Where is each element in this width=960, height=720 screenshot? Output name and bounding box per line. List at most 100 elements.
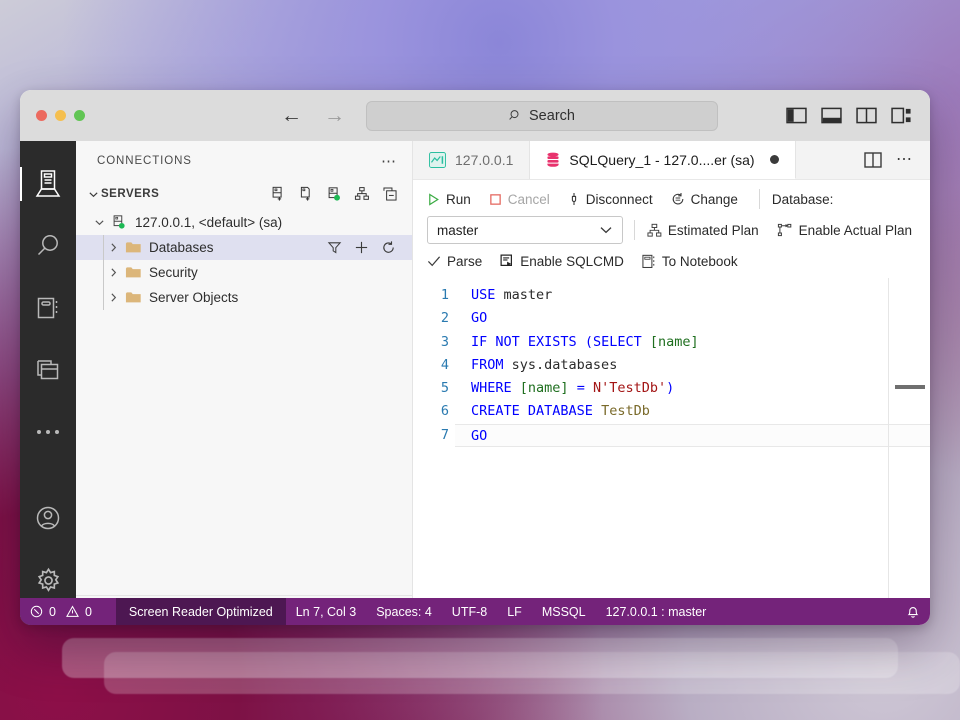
tree-item-server[interactable]: 127.0.0.1, <default> (sa)	[76, 210, 412, 235]
chevron-right-icon[interactable]	[104, 242, 122, 253]
ellipsis-icon[interactable]: ⋯	[896, 152, 914, 168]
customize-layout-icon[interactable]	[891, 107, 912, 124]
disconnect-button[interactable]: Disconnect	[568, 192, 662, 207]
code-editor[interactable]: 1 2 3 4 5 6 7 USE master GO IF NOT EXIST…	[413, 278, 930, 625]
parse-button[interactable]: Parse	[427, 254, 491, 269]
toolbar-row-1: Run Cancel Disconnect Change Database:	[427, 187, 930, 211]
tab-bar-actions[interactable]: ⋯	[848, 141, 930, 179]
tree-item-server-objects[interactable]: Server Objects	[76, 285, 412, 310]
arrow-right-icon[interactable]: →	[324, 105, 345, 126]
disconnect-icon	[571, 193, 576, 205]
line-number: 3	[440, 333, 449, 350]
indentation-status[interactable]: Spaces: 4	[366, 598, 442, 625]
activity-item-search[interactable]	[20, 215, 76, 277]
editor-minimap[interactable]	[888, 278, 930, 625]
code-line[interactable]: FROM sys.databases	[455, 354, 930, 377]
code-line-current[interactable]: GO	[455, 423, 930, 448]
chevron-right-icon[interactable]	[104, 292, 122, 303]
activity-bar-spacer	[20, 463, 76, 487]
tab-label: SQLQuery_1 - 127.0....er (sa)	[569, 151, 755, 168]
change-connection-button[interactable]: Change	[671, 192, 747, 207]
minimize-window-button[interactable]	[55, 110, 66, 121]
code-line[interactable]: WHERE [name] = N'TestDb')	[455, 377, 930, 400]
code-line[interactable]: IF NOT EXISTS (SELECT [name]	[455, 331, 930, 354]
code-line[interactable]: USE master	[455, 284, 930, 307]
query-toolbar: Run Cancel Disconnect Change Database: m…	[413, 180, 930, 278]
chevron-right-icon[interactable]	[104, 267, 122, 278]
navigation-arrows[interactable]: ← →	[281, 105, 345, 126]
add-connection-icon[interactable]	[270, 186, 286, 202]
server-connected-icon[interactable]	[326, 186, 342, 203]
databases-row-actions[interactable]	[327, 240, 412, 255]
language-mode-status[interactable]: MSSQL	[532, 598, 596, 625]
tree-item-databases[interactable]: Databases	[76, 235, 412, 260]
split-editor-icon[interactable]	[864, 152, 882, 168]
activity-item-notebooks[interactable]	[20, 277, 76, 339]
close-window-button[interactable]	[36, 110, 47, 121]
search-input[interactable]: Search	[366, 100, 718, 131]
to-notebook-button[interactable]: To Notebook	[642, 254, 747, 269]
hierarchy-icon[interactable]	[354, 186, 370, 202]
collapse-all-icon[interactable]	[382, 186, 398, 202]
servers-section-label: SERVERS	[101, 188, 160, 200]
add-group-icon[interactable]	[298, 186, 314, 202]
refresh-icon[interactable]	[381, 240, 396, 255]
enable-sqlcmd-button[interactable]: Enable SQLCMD	[500, 254, 633, 269]
eol-status[interactable]: LF	[497, 598, 532, 625]
server-tree[interactable]: 127.0.0.1, <default> (sa) Databases Secu…	[76, 208, 412, 595]
cancel-button[interactable]: Cancel	[489, 192, 559, 207]
screen-reader-status[interactable]: Screen Reader Optimized	[115, 598, 286, 625]
problems-status[interactable]: 0 0	[20, 598, 102, 625]
tab-sqlquery[interactable]: SQLQuery_1 - 127.0....er (sa)	[530, 141, 796, 179]
cancel-label: Cancel	[507, 191, 550, 207]
change-connection-icon	[672, 193, 683, 205]
run-button[interactable]: Run	[427, 192, 480, 207]
estimated-plan-button[interactable]: Estimated Plan	[647, 223, 768, 238]
arrow-left-icon[interactable]: ←	[281, 105, 302, 126]
encoding-status[interactable]: UTF-8	[442, 598, 497, 625]
sidebar-title: CONNECTIONS	[97, 154, 192, 167]
line-number: 5	[440, 380, 449, 397]
chevron-down-icon[interactable]	[90, 217, 108, 228]
activity-item-extensions[interactable]	[20, 339, 76, 401]
line-number: 1	[440, 287, 449, 303]
window-controls[interactable]	[20, 110, 85, 121]
code-line[interactable]: GO	[455, 307, 930, 330]
database-select[interactable]: master	[427, 216, 623, 244]
activity-item-more[interactable]	[20, 401, 76, 463]
tree-item-label: Server Objects	[149, 290, 239, 305]
toggle-panel-icon[interactable]	[821, 107, 842, 124]
servers-section-header[interactable]: SERVERS	[76, 180, 412, 208]
filter-icon[interactable]	[327, 240, 342, 255]
sidebar-header: CONNECTIONS ⋯	[76, 141, 412, 180]
minimap-slider[interactable]	[895, 385, 925, 389]
notifications-button[interactable]	[896, 598, 930, 625]
layout-buttons[interactable]	[786, 107, 912, 124]
sidebar-more-actions-icon[interactable]: ⋯	[381, 152, 398, 170]
folder-icon	[122, 240, 144, 255]
gear-icon	[37, 567, 59, 592]
toggle-primary-sidebar-icon[interactable]	[786, 107, 807, 124]
enable-actual-plan-button[interactable]: Enable Actual Plan	[777, 223, 921, 238]
window-body: CONNECTIONS ⋯ SERVERS 127.0.0.1, <defaul…	[20, 141, 930, 625]
cursor-position-status[interactable]: Ln 7, Col 3	[286, 598, 366, 625]
code-line[interactable]: CREATE DATABASE TestDb	[455, 400, 930, 423]
notebook-icon	[37, 297, 58, 319]
code-lines[interactable]: USE master GO IF NOT EXISTS (SELECT [nam…	[455, 278, 930, 625]
chevron-down-icon	[599, 223, 613, 238]
plus-icon[interactable]	[354, 240, 369, 255]
servers-section-actions[interactable]	[270, 186, 398, 203]
ellipsis-icon	[37, 430, 59, 434]
activity-item-accounts[interactable]	[20, 487, 76, 549]
database-label: Database:	[771, 191, 834, 207]
sidebar: CONNECTIONS ⋯ SERVERS 127.0.0.1, <defaul…	[76, 141, 413, 625]
tree-item-security[interactable]: Security	[76, 260, 412, 285]
maximize-window-button[interactable]	[74, 110, 85, 121]
connection-status[interactable]: 127.0.0.1 : master	[596, 598, 717, 625]
line-number: 2	[440, 310, 449, 327]
change-label: Change	[690, 191, 738, 207]
activity-item-connections[interactable]	[20, 153, 76, 215]
tab-modified-indicator[interactable]	[769, 155, 779, 164]
tab-dashboard[interactable]: 127.0.0.1	[413, 141, 531, 179]
toggle-secondary-sidebar-icon[interactable]	[856, 107, 877, 124]
